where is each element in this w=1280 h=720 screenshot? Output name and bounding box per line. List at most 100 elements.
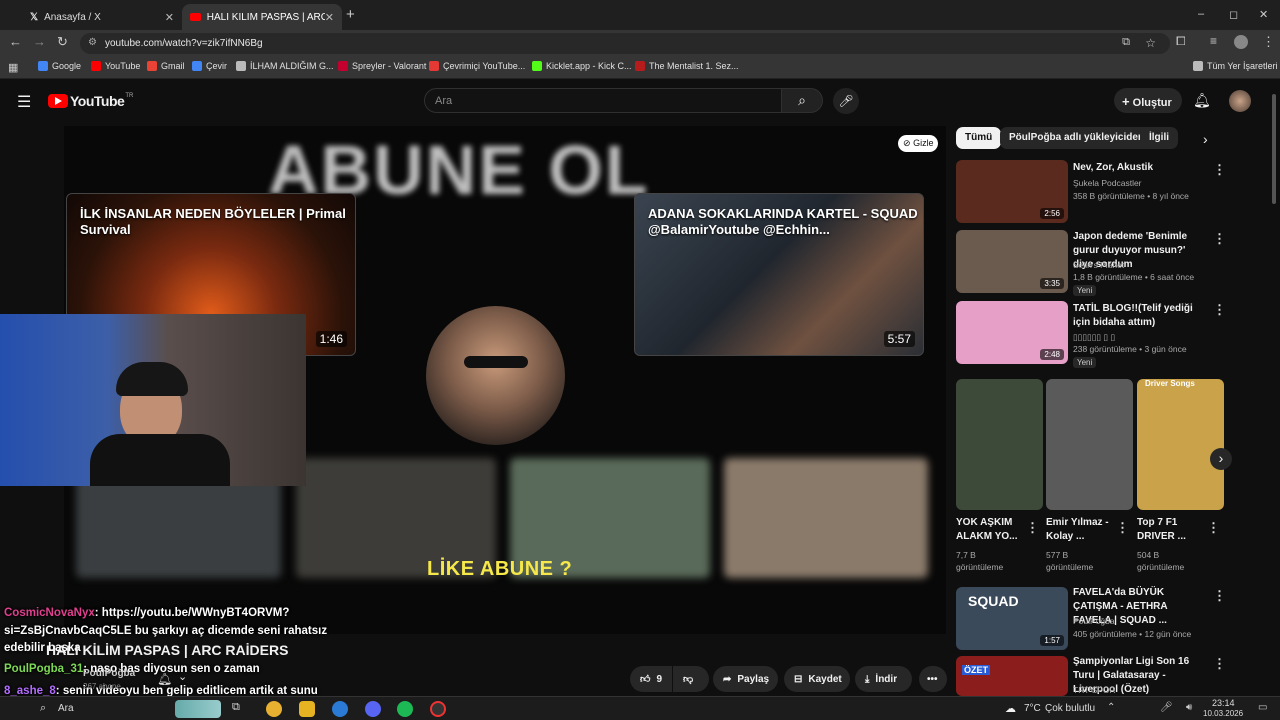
sidebar-video-thumbnail[interactable]: SQUAD 1:57	[956, 587, 1068, 650]
media-icon[interactable]: ≡	[1210, 34, 1217, 48]
chip-all[interactable]: Tümü	[956, 127, 1002, 149]
notification-center-icon[interactable]: ▭	[1258, 702, 1267, 713]
profile-icon[interactable]	[1234, 35, 1248, 49]
end-screen-video-card[interactable]: ADANA SOKAKLARINDA KARTEL - SQUAD @Balam…	[634, 193, 924, 356]
notifications-bell-icon[interactable]: 🔔︎	[1193, 92, 1211, 109]
taskbar-search-label[interactable]: Ara	[58, 703, 74, 714]
discord-icon[interactable]	[365, 701, 381, 717]
short-title[interactable]: Emir Yılmaz - Kolay ...	[1046, 516, 1112, 544]
menu-icon[interactable]: ⋮	[1262, 34, 1275, 50]
cast-icon[interactable]: ⧉	[1122, 36, 1130, 49]
task-view-icon[interactable]: ⧉	[232, 701, 248, 717]
taskbar-widget-image[interactable]	[175, 700, 221, 718]
close-tab-icon[interactable]: ✕	[325, 11, 334, 24]
sidebar-video-thumbnail[interactable]: 2:48	[956, 301, 1068, 364]
bookmark-google[interactable]: Google	[38, 61, 81, 71]
new-tab-button[interactable]: +	[346, 6, 355, 23]
account-avatar[interactable]	[1229, 90, 1251, 112]
bookmark-folder[interactable]: İLHAM ALDIĞIM G...	[236, 61, 334, 71]
youtube-logo[interactable]: YouTube TR	[48, 93, 133, 109]
bookmark-youtube[interactable]: YouTube	[91, 61, 140, 71]
chip-from-uploader[interactable]: PöulPoğba adlı yükleyiciden	[1000, 127, 1154, 149]
sidebar-video-channel[interactable]: Selin's Planet	[1073, 259, 1124, 271]
bookmark-kicklet[interactable]: Kicklet.app - Kick C...	[532, 61, 632, 71]
shorts-next-icon[interactable]: ›	[1210, 448, 1232, 470]
sidebar-video-channel[interactable]: PöulPoğba	[1073, 615, 1115, 627]
hamburger-menu-icon[interactable]: ☰	[17, 92, 31, 112]
bell-icon[interactable]: 🔔︎	[157, 672, 172, 686]
address-bar[interactable]: ⚙ youtube.com/watch?v=zik7ifNN6Bg ⧉ ☆	[80, 33, 1170, 54]
spotify-icon[interactable]	[397, 701, 413, 717]
share-button[interactable]: ➦ Paylaş	[713, 666, 778, 692]
short-thumbnail[interactable]: Driver Songs	[1137, 379, 1224, 510]
more-vert-icon[interactable]: ⋮	[1116, 520, 1129, 536]
app-taskbar-icon[interactable]	[332, 701, 348, 717]
sidebar-video-channel[interactable]: Şukela Podcastler	[1073, 177, 1142, 189]
channel-subscribe-avatar[interactable]	[426, 306, 565, 445]
browser-tab[interactable]: 𝕏 Anasayfa / X ✕	[22, 4, 182, 30]
back-icon[interactable]: ←	[9, 34, 22, 49]
sidebar-video-thumbnail[interactable]: ÖZET	[956, 656, 1068, 696]
create-button[interactable]: + Oluştur	[1114, 88, 1182, 113]
browser-tab-active[interactable]: HALI KİLİM PASPAS | ARC RAİDERS ✕	[182, 4, 342, 30]
download-button[interactable]: ⤓ İndir	[855, 666, 912, 692]
hide-overlay-button[interactable]: ⊘ Gizle	[898, 135, 938, 152]
like-button[interactable]: 👍︎ 9	[630, 666, 672, 692]
save-button[interactable]: ⊟ Kaydet	[784, 666, 850, 692]
bookmark-youtube-tool[interactable]: Çevrimiçi YouTube...	[429, 61, 525, 71]
weather-text[interactable]: Çok bulutlu	[1045, 703, 1095, 714]
apps-grid-icon[interactable]: ▦	[8, 61, 18, 74]
weather-temp[interactable]: 7°C	[1024, 703, 1041, 714]
short-thumbnail[interactable]	[1046, 379, 1133, 510]
sidebar-video-channel[interactable]: TRT SPOR	[1073, 684, 1116, 696]
channel-name[interactable]: PoulPoğba	[83, 668, 135, 679]
more-vert-icon[interactable]: ⋮	[1213, 302, 1226, 318]
page-scrollbar[interactable]	[1272, 94, 1276, 204]
forward-icon[interactable]: →	[33, 34, 46, 49]
voice-search-button[interactable]: 🎤︎	[833, 88, 859, 114]
more-vert-icon[interactable]: ⋮	[1213, 656, 1226, 672]
more-vert-icon[interactable]: ⋮	[1213, 231, 1226, 247]
chevron-right-icon[interactable]: ›	[1203, 131, 1208, 147]
more-vert-icon[interactable]: ⋮	[1213, 588, 1226, 604]
taskbar-search-icon[interactable]: ⌕	[40, 702, 46, 715]
clock-date[interactable]: 10.03.2026	[1203, 709, 1243, 718]
mic-tray-icon[interactable]: 🎤︎	[1160, 702, 1173, 713]
tray-overflow-icon[interactable]: ⌃	[1107, 702, 1115, 713]
all-bookmarks[interactable]: Tüm Yer İşaretleri	[1193, 61, 1278, 71]
sidebar-video-title[interactable]: TATİL BLOG!!(Telif yediği için bidaha at…	[1073, 302, 1208, 330]
dislike-button[interactable]: 👎︎	[673, 666, 709, 692]
reload-icon[interactable]: ↻	[57, 34, 68, 50]
site-info-icon[interactable]: ⚙	[88, 37, 97, 48]
bookmark-star-icon[interactable]: ☆	[1145, 36, 1156, 50]
chip-related[interactable]: İlgili	[1140, 127, 1178, 149]
bookmark-valorant[interactable]: Spreyler - Valorant	[338, 61, 426, 71]
more-vert-icon[interactable]: ⋮	[1207, 520, 1220, 536]
more-vert-icon[interactable]: ⋮	[1213, 162, 1226, 178]
chrome-taskbar-icon[interactable]	[266, 701, 282, 717]
bookmark-translate[interactable]: Çevir	[192, 61, 227, 71]
volume-icon[interactable]: 🔊︎	[1186, 702, 1192, 713]
sidebar-video-channel[interactable]: ▯▯▯▯▯▯ ▯ ▯	[1073, 331, 1115, 343]
clock-time[interactable]: 23:14	[1212, 698, 1235, 708]
more-actions-button[interactable]: •••	[919, 666, 947, 692]
sidebar-video-title[interactable]: Nev, Zor, Akustik	[1073, 161, 1203, 175]
short-thumbnail[interactable]	[956, 379, 1043, 510]
chevron-down-icon[interactable]: ⌄	[178, 670, 187, 683]
short-title[interactable]: YOK AŞKIM ALAKM YO...	[956, 516, 1022, 544]
more-vert-icon[interactable]: ⋮	[1026, 520, 1039, 536]
minimize-button[interactable]: –	[1198, 8, 1204, 20]
obs-icon[interactable]	[430, 701, 446, 717]
file-explorer-icon[interactable]	[299, 701, 315, 717]
sidebar-video-thumbnail[interactable]: 2:56	[956, 160, 1068, 223]
sidebar-video-thumbnail[interactable]: 3:35	[956, 230, 1068, 293]
extensions-icon[interactable]: ⧠	[1176, 34, 1186, 49]
close-tab-icon[interactable]: ✕	[165, 11, 174, 24]
bookmark-mentalist[interactable]: The Mentalist 1. Sez...	[635, 61, 739, 71]
bookmark-gmail[interactable]: Gmail	[147, 61, 185, 71]
close-window-button[interactable]: ✕	[1259, 8, 1268, 21]
search-input[interactable]: Ara	[424, 88, 782, 113]
search-button[interactable]: ⌕	[781, 88, 823, 113]
short-title[interactable]: Top 7 F1 DRIVER ...	[1137, 516, 1203, 544]
maximize-button[interactable]: ◻	[1229, 8, 1238, 21]
